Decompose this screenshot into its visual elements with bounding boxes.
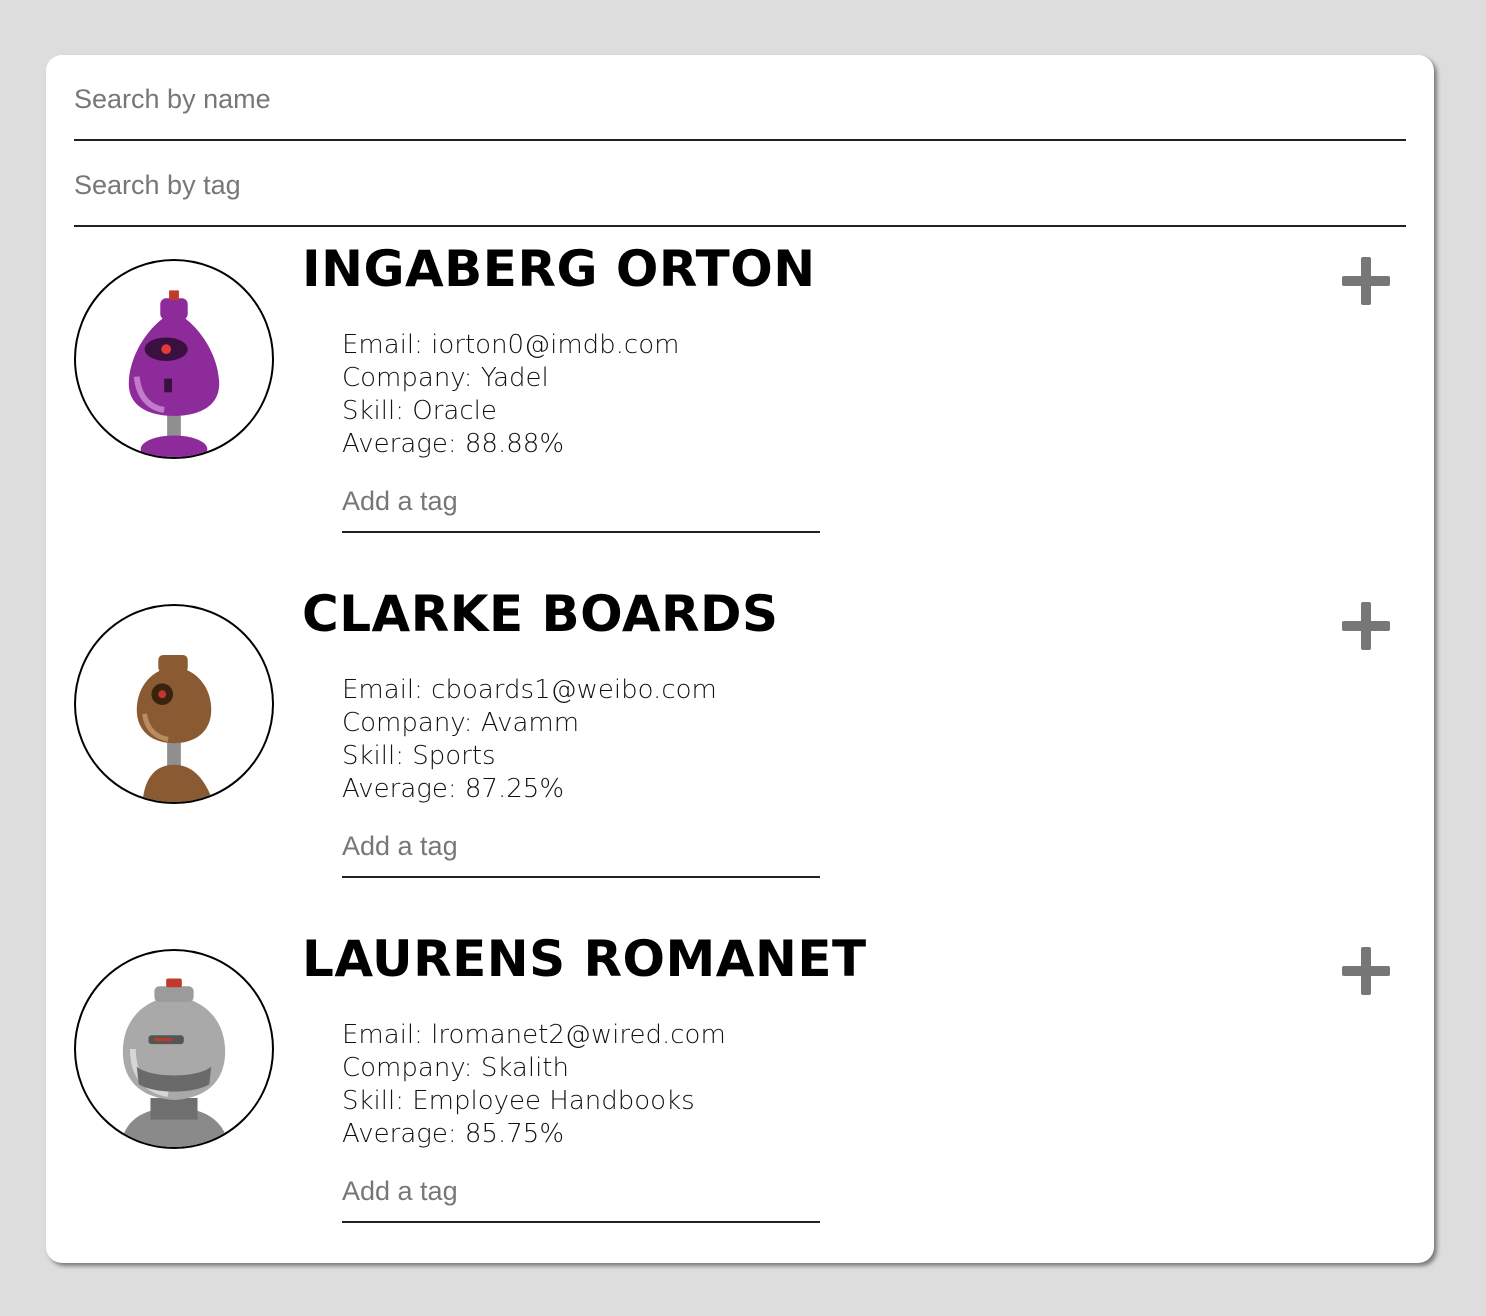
student-list: INGABERG ORTON Email: iorton0@imdb.com C…: [46, 227, 1434, 1262]
student-average: Average: 88.88%: [342, 429, 565, 459]
student-name: CLARKE BOARDS: [302, 585, 779, 643]
avatar: [74, 949, 274, 1149]
student-item: LAURENS ROMANET Email: lromanet2@wired.c…: [46, 917, 1434, 1262]
student-email: Email: lromanet2@wired.com: [342, 1020, 726, 1050]
robot-avatar-purple-icon: [128, 290, 220, 457]
student-average: Average: 87.25%: [342, 774, 565, 804]
student-skill: Skill: Oracle: [342, 396, 497, 426]
student-details: Email: lromanet2@wired.com Company: Skal…: [342, 1019, 726, 1151]
student-company: Company: Yadel: [342, 363, 549, 393]
add-tag-input[interactable]: [342, 1161, 820, 1223]
student-company: Company: Avamm: [342, 708, 580, 738]
student-details: Email: iorton0@imdb.com Company: Yadel S…: [342, 329, 679, 461]
student-average: Average: 85.75%: [342, 1119, 565, 1149]
robot-avatar-grey-icon: [121, 978, 229, 1147]
plus-icon: [1342, 257, 1390, 305]
expand-button[interactable]: [1336, 596, 1396, 656]
add-tag-input[interactable]: [342, 471, 820, 533]
students-card: INGABERG ORTON Email: iorton0@imdb.com C…: [46, 55, 1434, 1263]
student-email: Email: cboards1@weibo.com: [342, 675, 717, 705]
expand-button[interactable]: [1336, 941, 1396, 1001]
expand-button[interactable]: [1336, 251, 1396, 311]
plus-icon: [1342, 602, 1390, 650]
search-by-tag-input[interactable]: [74, 141, 1406, 227]
student-company: Company: Skalith: [342, 1053, 569, 1083]
avatar: [74, 604, 274, 804]
student-item: CLARKE BOARDS Email: cboards1@weibo.com …: [46, 572, 1434, 917]
student-email: Email: iorton0@imdb.com: [342, 330, 680, 360]
plus-icon: [1342, 947, 1390, 995]
student-skill: Skill: Sports: [342, 741, 496, 771]
student-skill: Skill: Employee Handbooks: [342, 1086, 695, 1116]
robot-avatar-brown-icon: [136, 655, 214, 802]
student-name: INGABERG ORTON: [302, 240, 816, 298]
search-by-name-input[interactable]: [74, 55, 1406, 141]
student-name: LAURENS ROMANET: [302, 930, 867, 988]
student-item: INGABERG ORTON Email: iorton0@imdb.com C…: [46, 227, 1434, 572]
add-tag-input[interactable]: [342, 816, 820, 878]
avatar: [74, 259, 274, 459]
student-details: Email: cboards1@weibo.com Company: Avamm…: [342, 674, 717, 806]
